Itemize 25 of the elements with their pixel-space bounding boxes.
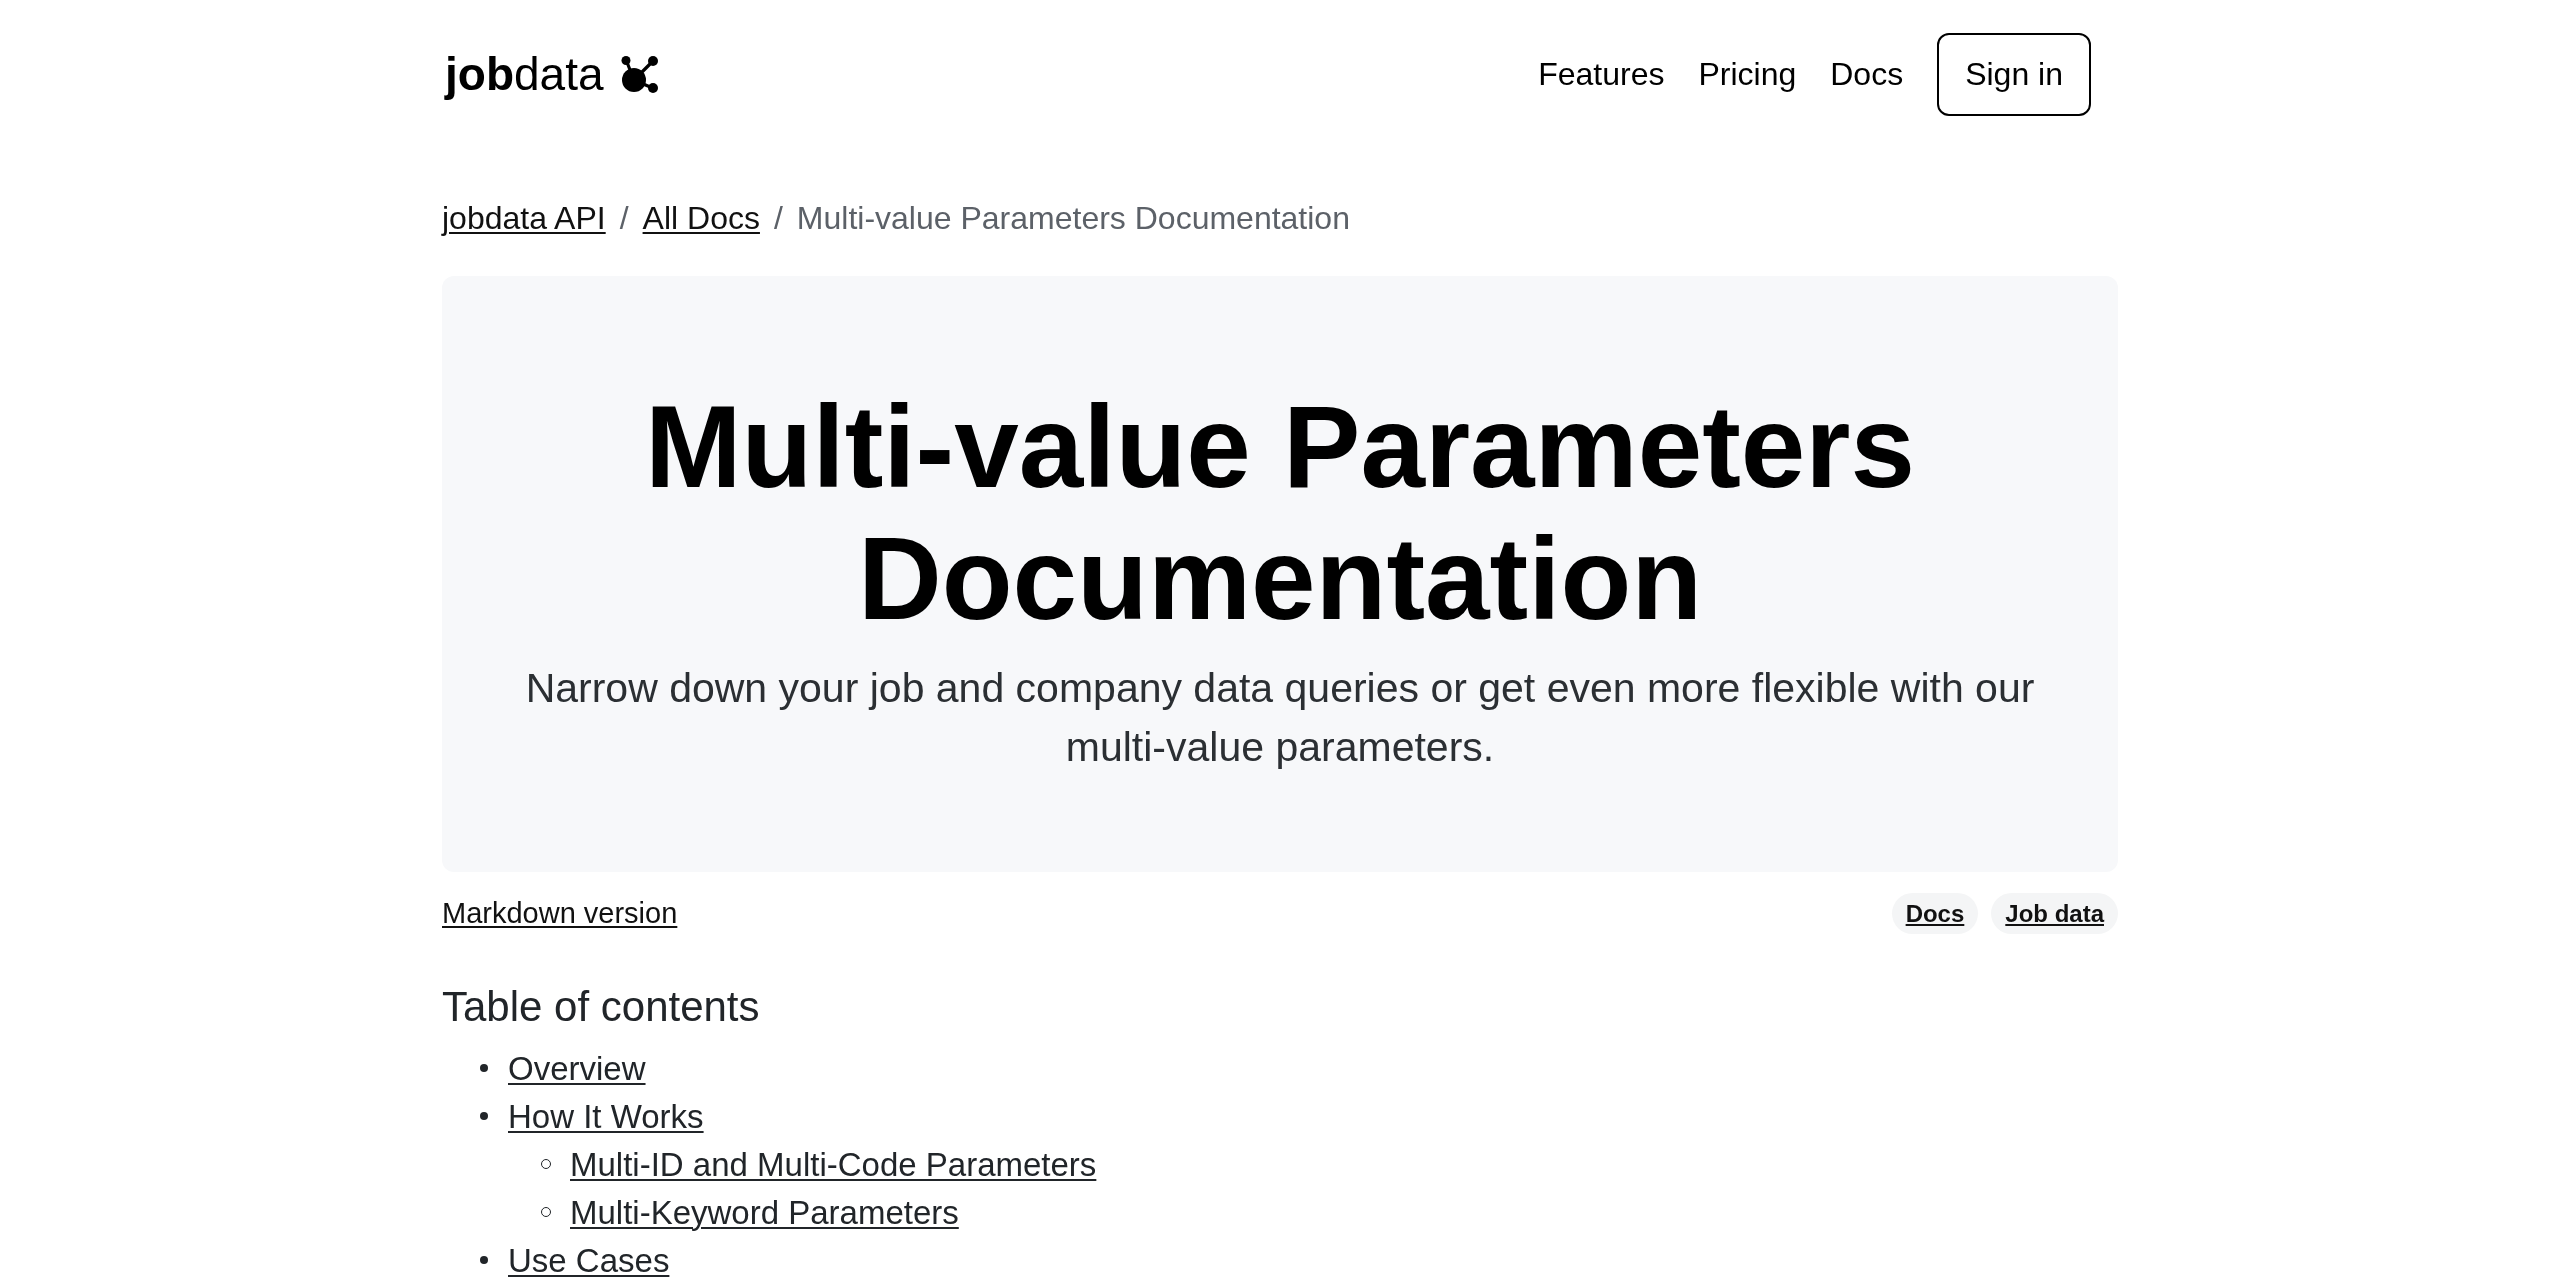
bullet-icon [480, 1064, 488, 1072]
markdown-version-link[interactable]: Markdown version [442, 897, 678, 930]
toc-link[interactable]: Overview [508, 1051, 646, 1085]
breadcrumb-current-page: Multi-value Parameters Documentation [796, 200, 1350, 237]
bullet-icon [480, 1256, 488, 1264]
tag-link[interactable]: Docs [1891, 893, 1979, 934]
page-title: Multi-value Parameters Documentation [643, 381, 1917, 645]
nav-link[interactable]: Features [1538, 56, 1665, 93]
toc-link[interactable]: Multi-ID and Multi-Code Parameters [570, 1147, 1097, 1181]
breadcrumb-link[interactable]: jobdata API [442, 200, 606, 237]
nav-link[interactable]: Docs [1830, 56, 1904, 93]
toc-heading: Table of contents [442, 982, 761, 1032]
toc-link[interactable]: Multi-Keyword Parameters [570, 1195, 959, 1229]
sign-in-button[interactable]: Sign in [1937, 33, 2091, 116]
bullet-icon [480, 1112, 488, 1120]
breadcrumb-separator: / [619, 200, 629, 237]
connected-dots-icon [620, 56, 658, 93]
tag-link[interactable]: Job data [1991, 893, 2118, 934]
breadcrumb-link[interactable]: All Docs [642, 200, 760, 237]
logo-link[interactable]: jobdata [442, 49, 658, 100]
toc-link[interactable]: Use Cases [508, 1243, 670, 1277]
nav-link[interactable]: Pricing [1698, 56, 1797, 93]
breadcrumb-separator: / [773, 200, 783, 237]
page-subtitle: Narrow down your job and company data queries or get even more flexible with our multi-value parameters. [524, 664, 2036, 772]
toc-link[interactable]: How It Works [508, 1099, 704, 1133]
